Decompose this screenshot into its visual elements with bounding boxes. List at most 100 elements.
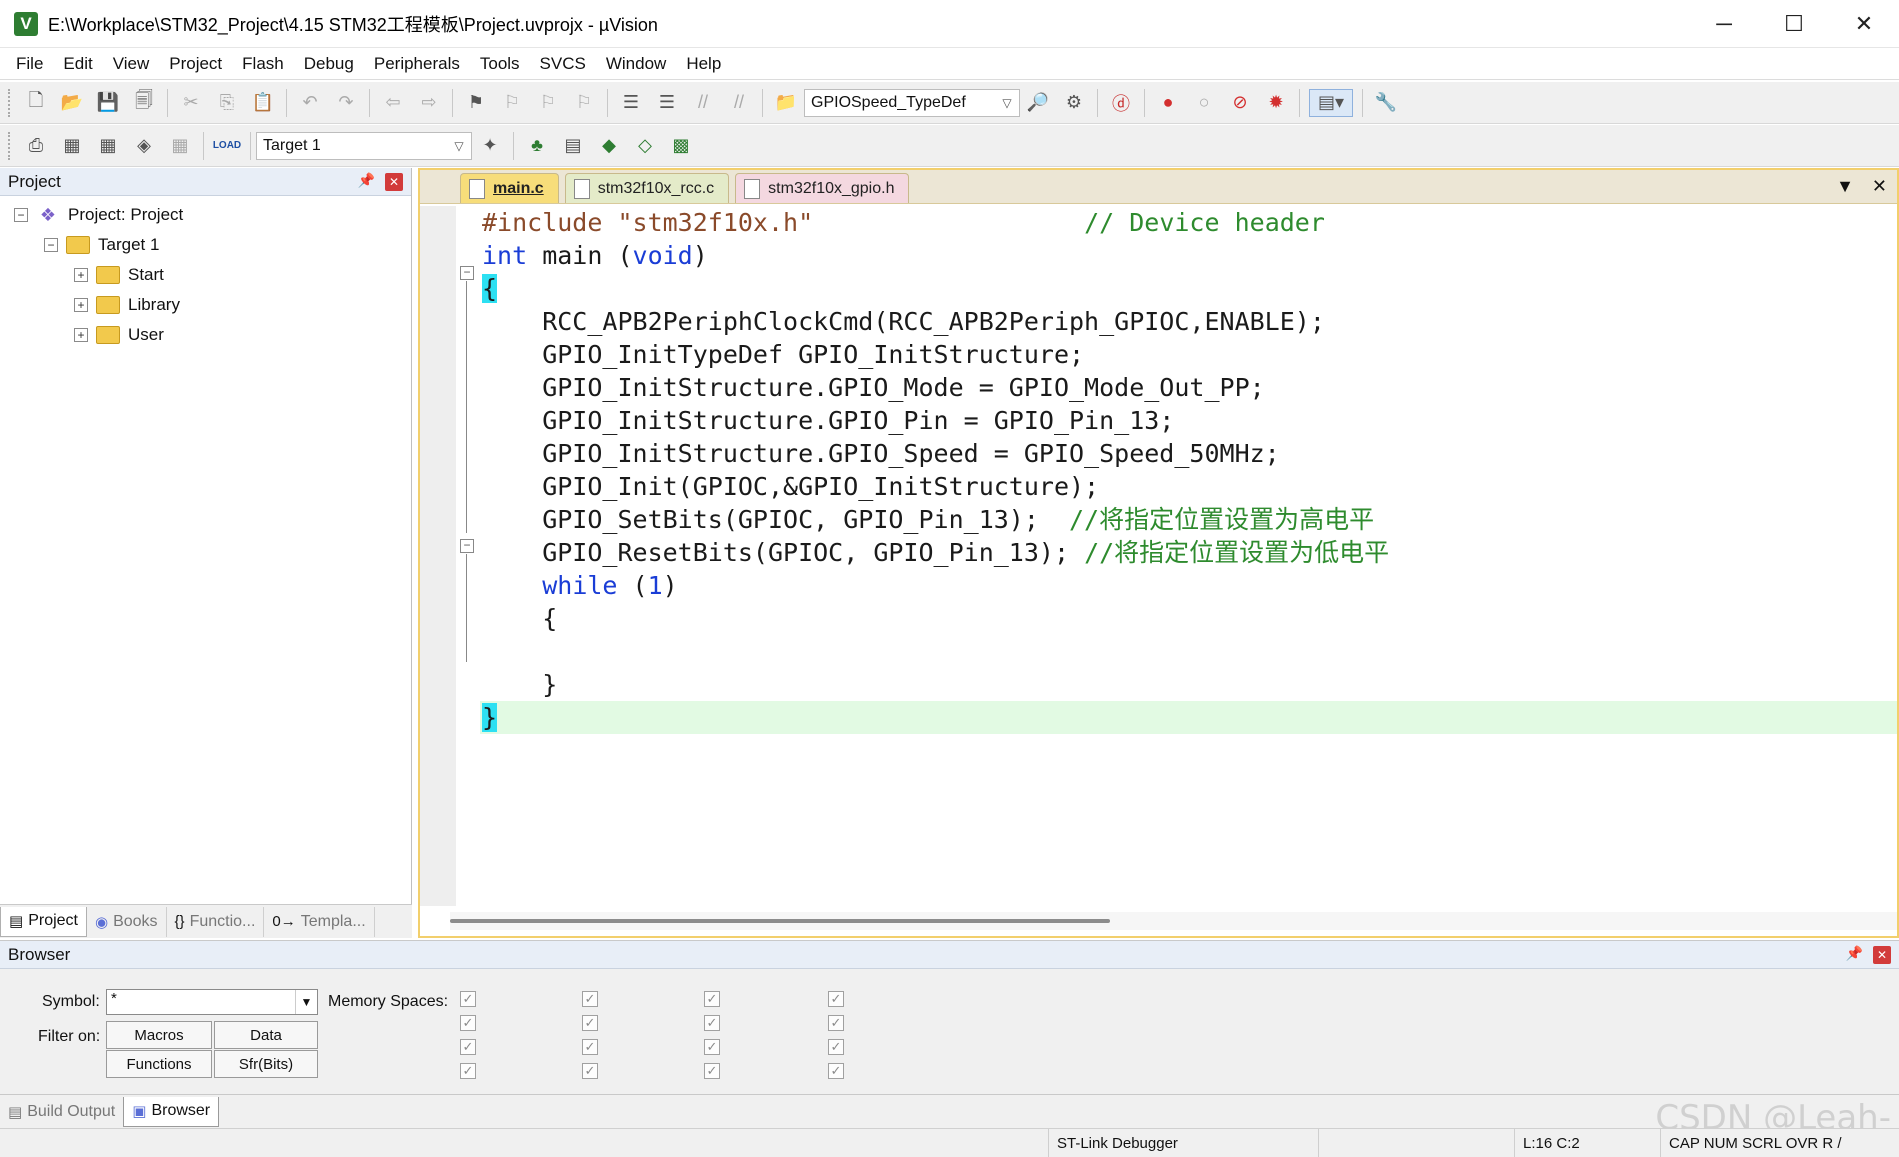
cut-icon[interactable]: ✂ [177, 89, 205, 117]
collapse-icon[interactable]: − [44, 238, 58, 252]
memory-space-checkbox[interactable]: ✓ [460, 1039, 476, 1055]
toolbar-grip[interactable] [8, 88, 12, 117]
select-packs-icon[interactable]: ◇ [631, 132, 659, 160]
bookmark-icon[interactable]: ⚑ [462, 89, 490, 117]
menu-view[interactable]: View [103, 54, 160, 74]
menu-flash[interactable]: Flash [232, 54, 294, 74]
tab-stm32f10x-gpio-h[interactable]: stm32f10x_gpio.h [735, 173, 910, 203]
tab-project[interactable]: ▤ Project [0, 906, 87, 937]
tab-templates[interactable]: 0→ Templa... [264, 906, 375, 937]
clear-bookmarks-icon[interactable]: ⚐ [570, 89, 598, 117]
menu-file[interactable]: File [6, 54, 53, 74]
menu-tools[interactable]: Tools [470, 54, 530, 74]
paste-icon[interactable]: 📋 [249, 89, 277, 117]
filter-sfr-bits-button[interactable]: Sfr(Bits) [214, 1050, 318, 1078]
code-line[interactable]: GPIO_ResetBits(GPIOC, GPIO_Pin_13); //将指… [480, 536, 1897, 569]
menu-project[interactable]: Project [159, 54, 232, 74]
minimize-button[interactable]: ─ [1689, 0, 1759, 48]
tab-books[interactable]: ◉ Books [87, 906, 167, 937]
find-combo[interactable]: GPIOSpeed_TypeDef ▽ [804, 88, 1020, 117]
new-file-icon[interactable]: 🗋 [22, 89, 50, 117]
kill-breakpoints-icon[interactable]: ✹ [1262, 89, 1290, 117]
code-line[interactable]: { [480, 602, 1897, 635]
memory-space-checkbox[interactable]: ✓ [460, 1063, 476, 1079]
next-bookmark-icon[interactable]: ⚐ [534, 89, 562, 117]
fold-toggle-icon[interactable]: − [460, 266, 474, 280]
close-window-button[interactable]: ✕ [1829, 0, 1899, 48]
code-line[interactable]: GPIO_InitStructure.GPIO_Mode = GPIO_Mode… [480, 371, 1897, 404]
memory-space-checkbox[interactable]: ✓ [828, 991, 844, 1007]
memory-space-checkbox[interactable]: ✓ [582, 1063, 598, 1079]
navigate-back-icon[interactable]: ⇦ [379, 89, 407, 117]
filter-functions-button[interactable]: Functions [106, 1050, 212, 1078]
navigate-forward-icon[interactable]: ⇨ [415, 89, 443, 117]
chevron-down-icon[interactable]: ▼ [295, 990, 317, 1014]
load-download-icon[interactable]: LOAD [213, 132, 241, 160]
scrollbar-thumb[interactable] [450, 919, 1110, 923]
code-line[interactable]: GPIO_Init(GPIOC,&GPIO_InitStructure); [480, 470, 1897, 503]
menu-window[interactable]: Window [596, 54, 676, 74]
memory-space-checkbox[interactable]: ✓ [828, 1015, 844, 1031]
tab-build-output[interactable]: ▤ Build Output [0, 1097, 123, 1127]
debug-session-icon[interactable]: ⓓ [1107, 89, 1135, 117]
incremental-find-icon[interactable]: 🔎 [1024, 89, 1052, 117]
pack-installer-icon[interactable]: ▩ [667, 132, 695, 160]
chevron-down-icon[interactable]: ▽ [449, 136, 469, 156]
save-icon[interactable]: 💾 [94, 89, 122, 117]
pin-icon[interactable]: 📌 [1846, 945, 1863, 962]
configure-tools-icon[interactable]: 🔧 [1372, 89, 1400, 117]
insert-breakpoint-icon[interactable]: ● [1154, 89, 1182, 117]
close-editor-icon[interactable]: ✕ [1872, 176, 1887, 197]
memory-space-checkbox[interactable]: ✓ [704, 1039, 720, 1055]
tree-item-target[interactable]: − Target 1 [0, 230, 411, 260]
unindent-icon[interactable]: ☰ [653, 89, 681, 117]
comment-icon[interactable]: // [689, 89, 717, 117]
target-options-icon[interactable]: ✦ [476, 132, 504, 160]
maximize-button[interactable]: ☐ [1759, 0, 1829, 48]
stop-build-icon[interactable]: ▦ [166, 132, 194, 160]
copy-icon[interactable]: ⎘ [213, 89, 241, 117]
memory-space-checkbox[interactable]: ✓ [704, 1015, 720, 1031]
code-line[interactable]: int main (void) [480, 239, 1897, 272]
tab-stm32f10x-rcc-c[interactable]: stm32f10x_rcc.c [564, 173, 730, 203]
find-in-files-icon[interactable]: 📁 [772, 89, 800, 117]
memory-space-checkbox[interactable]: ✓ [582, 1015, 598, 1031]
line-gutter[interactable] [420, 206, 456, 906]
menu-edit[interactable]: Edit [53, 54, 102, 74]
code-line[interactable]: GPIO_SetBits(GPIOC, GPIO_Pin_13); //将指定位… [480, 503, 1897, 536]
chevron-down-icon[interactable]: ▽ [997, 93, 1017, 113]
collapse-icon[interactable]: − [14, 208, 28, 222]
filter-macros-button[interactable]: Macros [106, 1021, 212, 1049]
memory-space-checkbox[interactable]: ✓ [828, 1063, 844, 1079]
tree-item-library[interactable]: + Library [0, 290, 411, 320]
expand-icon[interactable]: + [74, 298, 88, 312]
expand-icon[interactable]: + [74, 328, 88, 342]
tab-functions[interactable]: {} Functio... [167, 906, 265, 937]
horizontal-scrollbar[interactable] [450, 912, 1897, 930]
pin-icon[interactable]: 📌 [358, 172, 375, 189]
code-area[interactable]: − − #include "stm32f10x.h" // Device hea… [420, 206, 1897, 906]
translate-icon[interactable]: ⎙ [22, 132, 50, 160]
tree-item-start[interactable]: + Start [0, 260, 411, 290]
tab-main-c[interactable]: main.c [460, 173, 559, 203]
tab-list-dropdown-icon[interactable]: ▼ [1836, 176, 1854, 197]
build-icon[interactable]: ▦ [58, 132, 86, 160]
filter-data-button[interactable]: Data [214, 1021, 318, 1049]
close-icon[interactable]: ✕ [385, 173, 403, 191]
memory-space-checkbox[interactable]: ✓ [704, 991, 720, 1007]
expand-icon[interactable]: + [74, 268, 88, 282]
close-icon[interactable]: ✕ [1873, 946, 1891, 964]
current-code-line[interactable]: } [480, 701, 1897, 734]
manage-project-items-icon[interactable]: ♣ [523, 132, 551, 160]
target-combo[interactable]: Target 1 ▽ [256, 131, 472, 160]
manage-multi-project-icon[interactable]: ▤ [559, 132, 587, 160]
tab-browser[interactable]: ▣ Browser [123, 1096, 220, 1127]
code-line[interactable]: GPIO_InitStructure.GPIO_Pin = GPIO_Pin_1… [480, 404, 1897, 437]
symbol-input[interactable]: * [111, 990, 117, 1007]
disable-breakpoints-icon[interactable]: ⊘ [1226, 89, 1254, 117]
menu-peripherals[interactable]: Peripherals [364, 54, 470, 74]
menu-help[interactable]: Help [676, 54, 731, 74]
prev-bookmark-icon[interactable]: ⚐ [498, 89, 526, 117]
enable-breakpoint-icon[interactable]: ○ [1190, 89, 1218, 117]
memory-space-checkbox[interactable]: ✓ [828, 1039, 844, 1055]
